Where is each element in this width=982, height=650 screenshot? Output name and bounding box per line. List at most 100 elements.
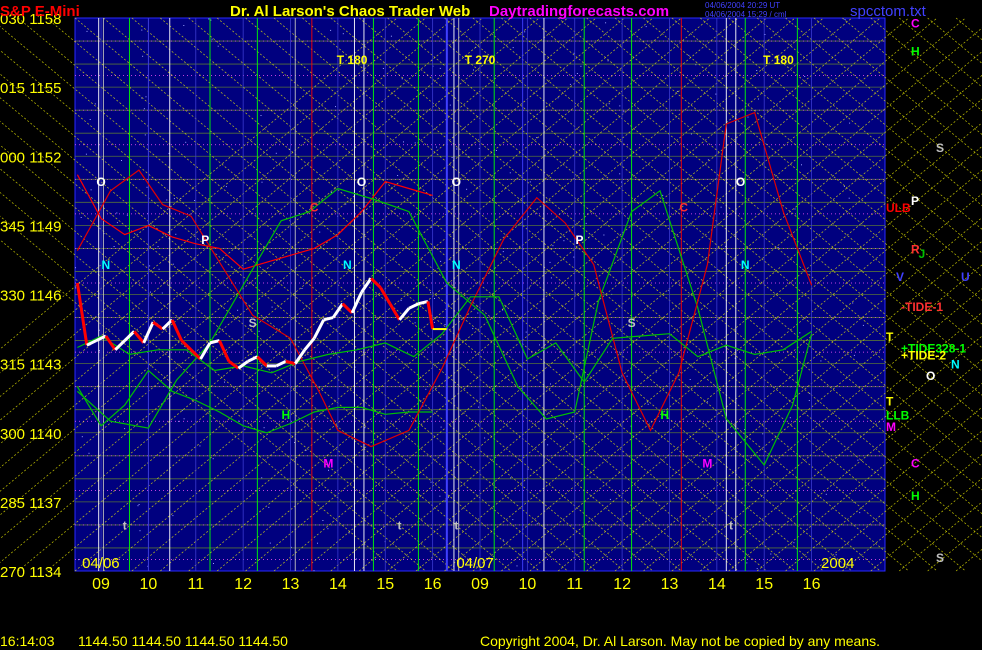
y-tick-label: 270 1134 — [0, 564, 61, 581]
star-dot — [848, 197, 850, 199]
star-dot — [89, 119, 91, 120]
chart-annotation: N — [741, 258, 750, 272]
star-dot — [146, 186, 148, 188]
chart-annotation: t — [123, 519, 127, 533]
star-dot — [261, 477, 263, 479]
star-dot — [820, 360, 822, 362]
star-dot — [414, 322, 416, 324]
star-dot — [330, 29, 332, 31]
star-dot — [509, 172, 511, 174]
star-dot — [849, 122, 851, 124]
star-dot — [484, 437, 486, 439]
date-label: 04/06 — [82, 555, 120, 572]
y-tick-label: 330 1146 — [0, 288, 61, 305]
right-label: T — [886, 330, 894, 344]
star-dot — [619, 105, 621, 107]
y-tick-label: 285 1137 — [0, 495, 61, 512]
star-dot — [157, 246, 159, 248]
star-dot — [756, 568, 758, 570]
star-dot — [512, 47, 514, 49]
star-dot — [516, 565, 518, 567]
star-dot — [275, 152, 277, 154]
y-tick-label: 300 1140 — [0, 426, 61, 443]
star-dot — [263, 427, 265, 429]
star-dot — [789, 417, 791, 419]
star-dot — [447, 303, 449, 305]
star-dot — [322, 520, 324, 521]
star-dot — [502, 251, 504, 253]
star-dot — [150, 291, 151, 293]
star-dot — [720, 206, 722, 208]
right-label: ULB — [886, 201, 911, 215]
star-dot — [116, 212, 118, 214]
star-dot — [249, 235, 251, 237]
chart-annotation: S — [628, 316, 636, 330]
chart-title: Dr. Al Larson's Chaos Trader Web — [230, 3, 470, 20]
right-label: J — [919, 247, 926, 261]
star-dot — [113, 246, 115, 247]
date-label: 2004 — [821, 555, 854, 572]
star-dot — [175, 233, 177, 235]
star-dot — [425, 388, 427, 390]
star-dot — [161, 292, 163, 294]
star-dot — [75, 287, 77, 289]
star-dot — [512, 519, 514, 521]
right-label: H — [911, 489, 920, 503]
star-dot — [466, 188, 468, 190]
right-label: T — [886, 394, 894, 408]
right-label: U — [961, 270, 970, 284]
x-tick-label: 11 — [187, 576, 204, 593]
star-dot — [261, 181, 263, 183]
star-dot — [194, 200, 196, 201]
star-dot — [139, 530, 141, 532]
star-dot — [75, 267, 76, 269]
star-dot — [777, 247, 779, 248]
star-dot — [85, 153, 87, 155]
star-dot — [199, 445, 201, 447]
star-dot — [690, 133, 692, 135]
chart-annotation: T 180 — [337, 53, 368, 67]
chart-annotation: M — [323, 456, 333, 470]
y-tick-label: 315 1143 — [0, 357, 61, 374]
star-dot — [172, 515, 174, 517]
star-dot — [747, 116, 749, 118]
star-dot — [173, 198, 175, 200]
star-dot — [576, 73, 578, 74]
chart-annotation: N — [101, 258, 110, 272]
right-label: +TIDE-2 — [901, 348, 946, 362]
star-dot — [317, 542, 318, 544]
star-dot — [143, 108, 145, 110]
chart-annotation: S — [249, 316, 257, 330]
star-dot — [605, 22, 607, 24]
star-dot — [529, 181, 531, 183]
star-dot — [440, 426, 442, 428]
chaos-trader-chart: O O O O N N N N P P C C S S H H M Mt t t t T 180 T 270 T 180 C H… — [0, 0, 982, 650]
star-dot — [439, 67, 441, 69]
x-tick-label: 12 — [234, 576, 252, 593]
data-file-name: spcctom.txt — [850, 3, 927, 20]
chart-annotation: H — [281, 408, 290, 422]
star-dot — [261, 365, 263, 367]
chart-annotation: T 180 — [763, 53, 794, 67]
star-dot — [433, 321, 435, 323]
star-dot — [217, 45, 219, 47]
chart-annotation: t — [729, 519, 733, 533]
star-dot — [382, 68, 384, 69]
star-dot — [185, 141, 187, 143]
star-dot — [430, 292, 431, 294]
star-dot — [430, 481, 432, 483]
star-dot — [301, 288, 303, 289]
star-dot — [804, 76, 806, 77]
star-dot — [260, 115, 262, 116]
star-dot — [211, 38, 213, 40]
star-dot — [208, 18, 210, 20]
x-tick-label: 12 — [613, 576, 631, 593]
chart-annotation: M — [702, 456, 712, 470]
star-dot — [706, 401, 708, 403]
star-dot — [90, 189, 92, 191]
chart-annotation: O — [736, 175, 745, 189]
star-dot — [853, 354, 855, 356]
star-dot — [472, 328, 474, 330]
star-dot — [138, 504, 140, 505]
star-dot — [456, 148, 458, 150]
